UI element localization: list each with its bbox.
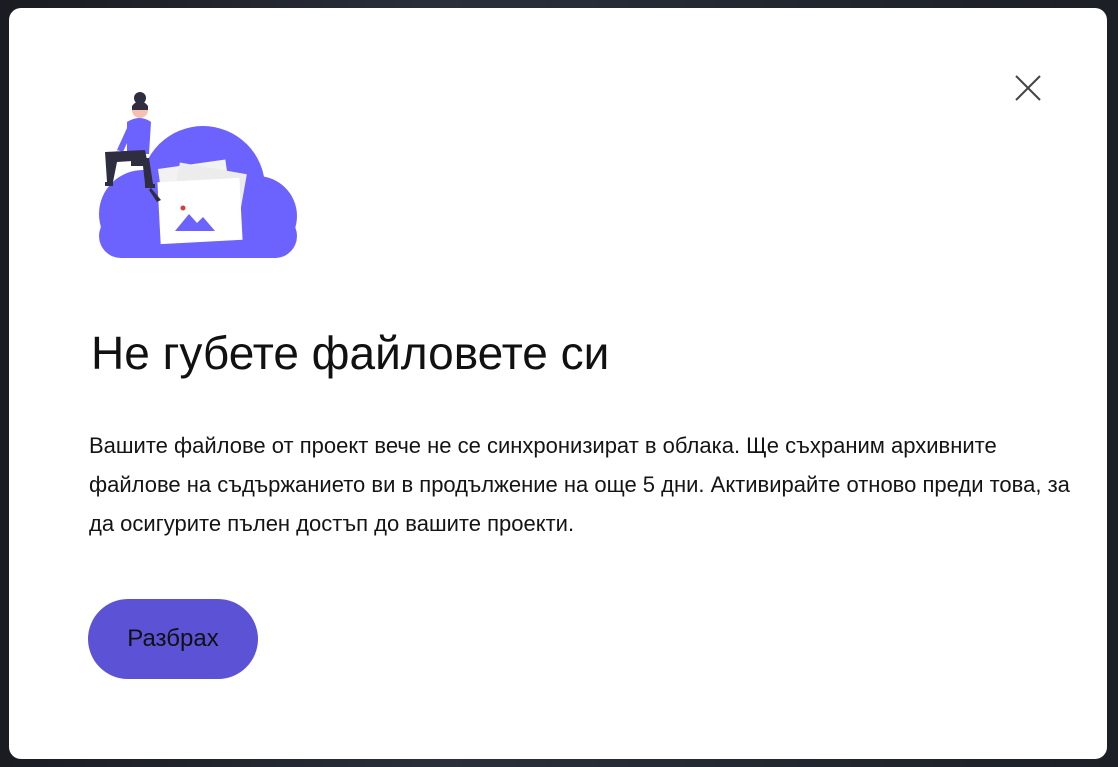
close-button[interactable] (1012, 72, 1044, 104)
dialog: Не губете файловете си Вашите файлове от… (9, 8, 1107, 759)
close-icon (1015, 75, 1041, 101)
documents (157, 159, 247, 245)
dialog-message: Вашите файлове от проект вече не се синх… (89, 433, 1070, 536)
dialog-title: Не губете файловете си (91, 327, 610, 379)
cloud-upload-illustration (99, 92, 297, 258)
got-it-button[interactable]: Разбрах (88, 599, 258, 679)
